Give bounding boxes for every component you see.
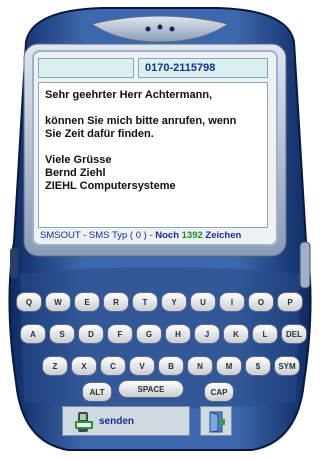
- door-exit-icon: [209, 411, 225, 433]
- send-button[interactable]: senden: [62, 406, 190, 436]
- phone-number-field[interactable]: 0170-2115798: [138, 58, 268, 78]
- cap-key[interactable]: CAP: [204, 382, 234, 402]
- key-c[interactable]: C: [100, 356, 126, 376]
- message-line: Sie Zeit dafür finden.: [45, 128, 154, 140]
- key-g[interactable]: G: [136, 324, 162, 344]
- message-editor[interactable]: Sehr geehrter Herr Achtermann, können Si…: [38, 82, 268, 228]
- key-y[interactable]: Y: [161, 292, 187, 312]
- phone-sms-icon: [75, 412, 93, 432]
- blackberry-device: 0170-2115798 Sehr geehrter Herr Achterma…: [2, 2, 318, 456]
- status-noch: Noch: [155, 230, 182, 241]
- message-line: Bernd Ziehl: [45, 167, 106, 179]
- key-a[interactable]: A: [20, 324, 46, 344]
- header-blank-field: [38, 58, 134, 78]
- status-line: SMSOUT - SMS Typ ( 0 ) - Noch 1392 Zeich…: [40, 230, 272, 244]
- key-v[interactable]: V: [129, 356, 155, 376]
- key-b[interactable]: B: [158, 356, 184, 376]
- message-line: [45, 141, 261, 154]
- char-count: 1392: [181, 230, 203, 241]
- key-k[interactable]: K: [223, 324, 249, 344]
- key-d[interactable]: D: [78, 324, 104, 344]
- key-z[interactable]: Z: [42, 356, 68, 376]
- key-t[interactable]: T: [132, 292, 158, 312]
- key-del[interactable]: DEL: [281, 324, 307, 344]
- key-o[interactable]: O: [248, 292, 274, 312]
- key-e[interactable]: E: [74, 292, 100, 312]
- status-prefix: SMSOUT - SMS Typ ( 0 ) -: [40, 230, 156, 241]
- key-x[interactable]: X: [71, 356, 97, 376]
- key-sym[interactable]: SYM: [274, 356, 300, 376]
- space-key[interactable]: SPACE: [118, 380, 184, 398]
- key-n[interactable]: N: [187, 356, 213, 376]
- key-r[interactable]: R: [103, 292, 129, 312]
- message-line: [45, 102, 261, 115]
- key-p[interactable]: P: [277, 292, 303, 312]
- send-label: senden: [99, 415, 135, 427]
- message-line: ZIEHL Computersysteme: [45, 180, 176, 192]
- key-u[interactable]: U: [190, 292, 216, 312]
- key-f[interactable]: F: [107, 324, 133, 344]
- status-suffix: Zeichen: [202, 230, 242, 241]
- message-line: Viele Grüsse: [45, 154, 112, 166]
- key-s[interactable]: S: [49, 324, 75, 344]
- key-$[interactable]: $: [245, 356, 271, 376]
- key-m[interactable]: M: [216, 356, 242, 376]
- key-j[interactable]: J: [194, 324, 220, 344]
- key-i[interactable]: I: [219, 292, 245, 312]
- message-line: können Sie mich bitte anrufen, wenn: [45, 115, 237, 127]
- message-line: Sehr geehrter Herr Achtermann,: [45, 89, 213, 101]
- key-h[interactable]: H: [165, 324, 191, 344]
- key-l[interactable]: L: [252, 324, 278, 344]
- footer-toolbar: senden: [62, 406, 238, 436]
- exit-button[interactable]: [200, 406, 232, 436]
- key-w[interactable]: W: [45, 292, 71, 312]
- key-q[interactable]: Q: [16, 292, 42, 312]
- header-bar: 0170-2115798: [38, 58, 268, 78]
- alt-key[interactable]: ALT: [82, 382, 112, 402]
